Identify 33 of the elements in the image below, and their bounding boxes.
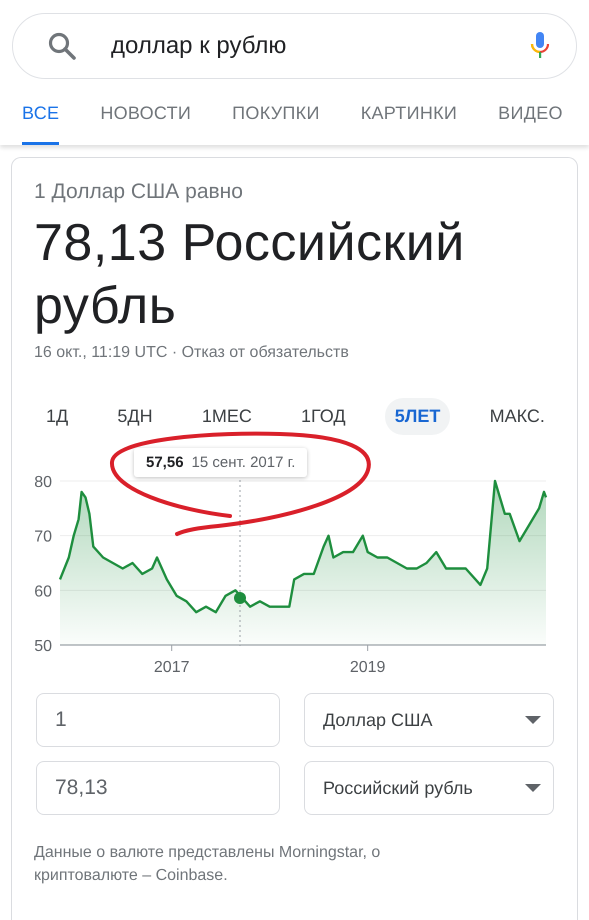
tooltip-date: 15 сент. 2017 г.: [192, 454, 296, 471]
x-axis-label: 2017: [154, 659, 190, 676]
amount-field[interactable]: 78,13: [36, 761, 280, 815]
search-tab[interactable]: ПОКУПКИ: [232, 95, 320, 145]
range-tab[interactable]: 1МЕС: [192, 398, 262, 435]
dropdown-caret-icon: [525, 715, 541, 725]
range-tab[interactable]: 1ГОД: [291, 398, 356, 435]
currency-dropdown[interactable]: Доллар США: [304, 693, 554, 747]
conversion-subtitle: 1 Доллар США равно: [34, 180, 243, 204]
tooltip-value: 57,56: [146, 454, 184, 471]
search-field[interactable]: доллар к рублю: [111, 32, 530, 60]
range-tab[interactable]: 5ЛЕТ: [384, 398, 450, 435]
range-tab[interactable]: МАКС.: [480, 398, 555, 435]
y-axis-label: 80: [34, 474, 52, 491]
conversion-result: 78,13 Российский рубль: [34, 213, 466, 337]
search-tab[interactable]: ВИДЕО: [498, 95, 563, 145]
search-tab[interactable]: ВСЕ: [22, 95, 60, 145]
amount-field[interactable]: 1: [36, 693, 280, 747]
x-axis-label: 2019: [350, 659, 386, 676]
source-note: Данные о валюте представлены Morningstar, о криптовалюте – Coinbase.: [34, 843, 382, 886]
timestamp-text: 16 окт., 11:19 UTC · Отказ от обязательств: [34, 344, 349, 362]
search-tab[interactable]: КАРТИНКИ: [360, 95, 458, 145]
search-tab[interactable]: НОВОСТИ: [100, 95, 192, 145]
y-axis-label: 60: [34, 583, 52, 600]
y-axis-label: 70: [34, 528, 52, 546]
search-icon: [47, 31, 77, 61]
currency-dropdown[interactable]: Российский рубль: [304, 761, 554, 815]
microphone-icon[interactable]: [530, 31, 550, 61]
search-bar[interactable]: доллар к рублю: [12, 13, 577, 79]
y-axis-label: 50: [34, 638, 52, 655]
range-tab[interactable]: 1Д: [36, 398, 78, 435]
dropdown-caret-icon: [525, 783, 541, 793]
range-tab[interactable]: 5ДН: [107, 398, 163, 435]
